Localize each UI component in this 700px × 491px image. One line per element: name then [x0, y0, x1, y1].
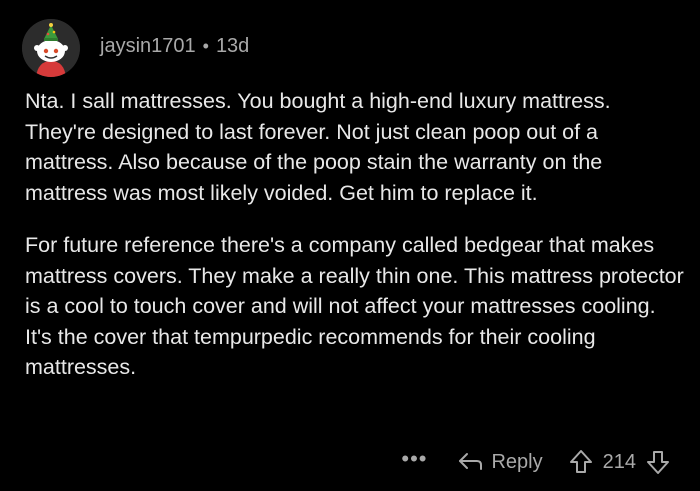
- downvote-icon[interactable]: [646, 449, 670, 475]
- more-options-button[interactable]: •••: [401, 448, 427, 476]
- reply-arrow-icon: [459, 453, 483, 470]
- comment-paragraph: For future reference there's a company c…: [25, 233, 684, 379]
- comment-header: jaysin1701 • 13d: [22, 18, 249, 78]
- comment: jaysin1701 • 13d Nta. I sall mattresses.…: [0, 0, 700, 491]
- username-link[interactable]: jaysin1701: [100, 35, 196, 58]
- meta-separator: •: [202, 35, 209, 56]
- vote-score: 214: [602, 450, 636, 473]
- avatar-snoo-icon: [22, 19, 80, 77]
- comment-paragraph: Nta. I sall mattresses. You bought a hig…: [25, 89, 611, 205]
- comment-age: 13d: [215, 34, 250, 57]
- reply-button[interactable]: Reply: [457, 450, 543, 474]
- user-avatar[interactable]: [22, 19, 80, 77]
- vote-controls: 214: [569, 449, 670, 475]
- upvote-icon[interactable]: [569, 449, 593, 475]
- comment-meta: jaysin1701 • 13d: [100, 35, 249, 58]
- comment-body: Nta. I sall mattresses. You bought a hig…: [25, 86, 685, 405]
- comment-actions: ••• Reply 214: [401, 447, 670, 477]
- reply-label: Reply: [491, 450, 543, 473]
